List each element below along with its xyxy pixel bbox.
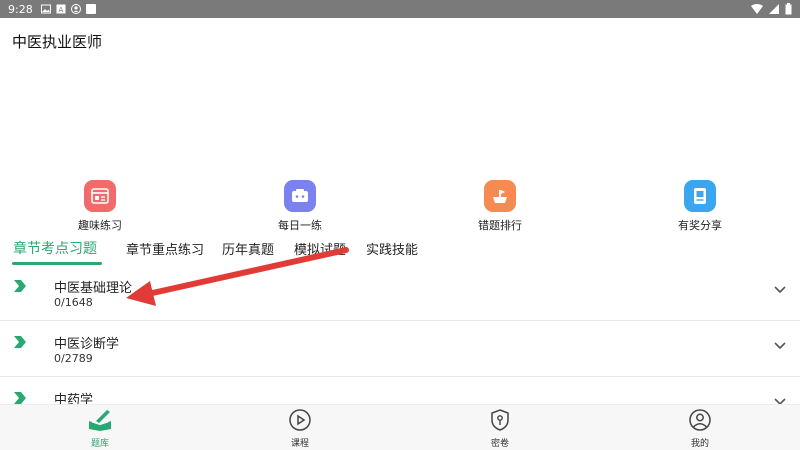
image-notification-icon (40, 4, 51, 14)
daily-icon (284, 180, 316, 212)
app-notification-icon: A (56, 4, 66, 14)
tile-wrong-ranking[interactable]: 错题排行 (450, 180, 550, 233)
status-bar: 9:28 A (0, 0, 800, 18)
nav-question-bank[interactable]: 题库 (60, 409, 140, 449)
quick-tiles: 趣味练习 每日一练 错题排行 有奖分享 (0, 180, 800, 232)
practice-icon (84, 180, 116, 212)
chevron-down-icon[interactable] (774, 286, 786, 294)
blank-notification-icon (85, 4, 96, 14)
tile-label: 有奖分享 (678, 219, 722, 232)
tab-chapter-exercises[interactable]: 章节考点习题 (13, 238, 97, 258)
active-tab-indicator (12, 262, 102, 265)
nav-label: 我的 (690, 439, 709, 449)
nav-profile[interactable]: 我的 (660, 409, 740, 449)
ranking-icon (484, 180, 516, 212)
svg-text:A: A (58, 6, 63, 14)
chapter-progress: 0/1648 (54, 296, 93, 309)
question-bank-icon (89, 410, 111, 431)
nav-label: 课程 (290, 439, 309, 449)
tab-practical-skills[interactable]: 实践技能 (366, 239, 418, 258)
person-icon (689, 409, 711, 431)
category-tabs: 章节考点习题 章节重点练习 历年真题 模拟试题 实践技能 (0, 236, 800, 266)
tile-daily-practice[interactable]: 每日一练 (250, 180, 350, 233)
tab-mock-tests[interactable]: 模拟试题 (294, 239, 346, 258)
tab-past-exams[interactable]: 历年真题 (222, 239, 274, 258)
tile-label: 错题排行 (478, 219, 522, 232)
bottom-navigation: 题库 课程 密卷 我的 (0, 404, 800, 450)
wifi-icon (751, 4, 763, 14)
play-icon (289, 409, 311, 431)
tile-reward-share[interactable]: 有奖分享 (650, 180, 750, 233)
chapter-title: 中医诊断学 (54, 337, 120, 352)
nav-courses[interactable]: 课程 (260, 409, 340, 449)
chevron-down-icon[interactable] (774, 342, 786, 350)
list-item[interactable]: 中医基础理论 0/1648 (0, 266, 800, 321)
nav-label: 密卷 (490, 439, 509, 449)
tab-chapter-key-practice[interactable]: 章节重点练习 (126, 239, 204, 258)
status-time: 9:28 (8, 2, 33, 16)
list-item[interactable]: 中医诊断学 0/2789 (0, 322, 800, 377)
chapter-flag-icon (14, 280, 26, 292)
chapter-progress: 0/2789 (54, 352, 93, 365)
tile-fun-practice[interactable]: 趣味练习 (50, 180, 150, 233)
signal-icon (769, 4, 779, 14)
account-notification-icon (70, 4, 81, 14)
chapter-flag-icon (14, 336, 26, 348)
status-right-icons (751, 3, 792, 15)
battery-icon (785, 3, 792, 15)
nav-secret-papers[interactable]: 密卷 (460, 409, 540, 449)
page-title: 中医执业医师 (12, 33, 103, 51)
tile-label: 每日一练 (278, 219, 322, 232)
share-icon (684, 180, 716, 212)
shield-key-icon (491, 409, 509, 431)
chapter-flag-icon (14, 392, 26, 404)
chapter-title: 中医基础理论 (54, 281, 133, 296)
tile-label: 趣味练习 (78, 219, 122, 232)
nav-label: 题库 (90, 439, 109, 449)
